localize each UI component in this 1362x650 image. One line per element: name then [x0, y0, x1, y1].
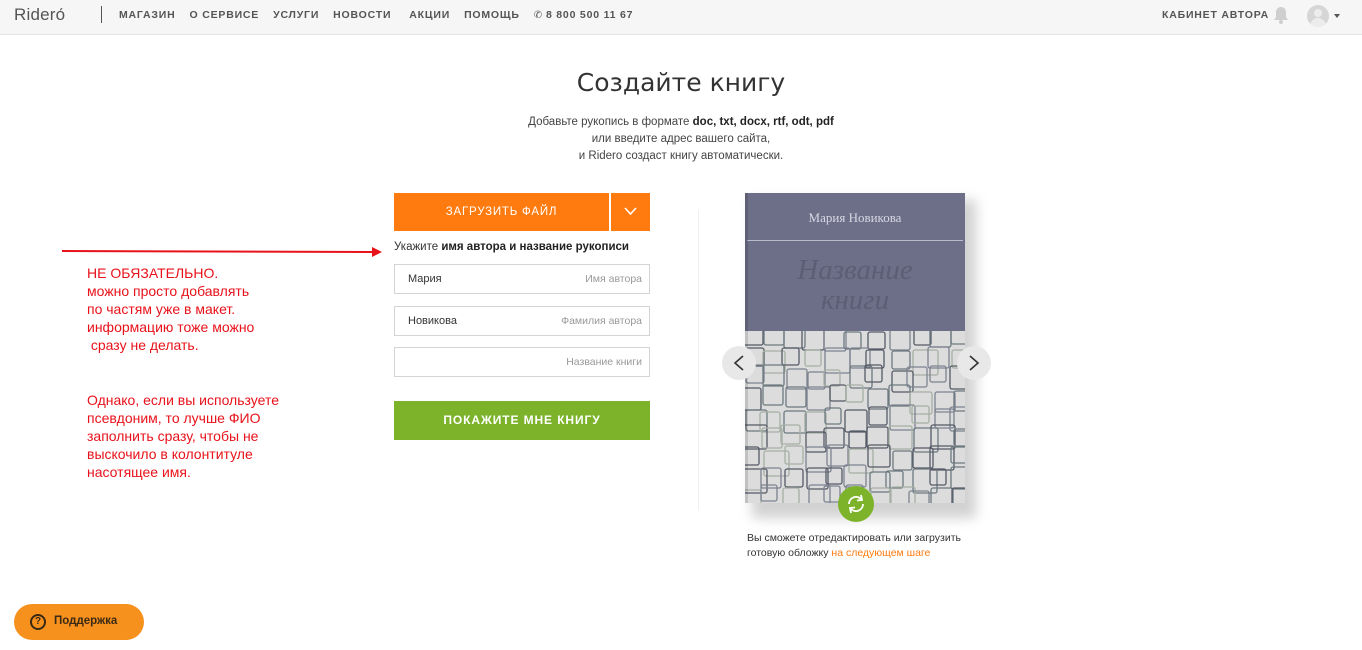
nav-item-promos[interactable]: АКЦИИ: [409, 9, 450, 21]
question-icon: ?: [30, 614, 46, 630]
cover-edit-note: Вы сможете отредактировать или загрузить…: [747, 532, 961, 559]
author-first-name-field[interactable]: Мария Имя автора: [394, 264, 650, 294]
field-value: Новикова: [408, 315, 457, 327]
upload-options-dropdown[interactable]: [611, 193, 650, 231]
book-cover-pattern: [745, 331, 965, 503]
annotation-note-optional: НЕ ОБЯЗАТЕЛЬНО. можно просто добавлять п…: [87, 265, 255, 353]
nav-item-about[interactable]: О СЕРВИСЕ: [190, 9, 260, 21]
page-title: Создайте книгу: [576, 68, 786, 97]
field-placeholder: Фамилия автора: [561, 315, 642, 327]
author-cabinet-link[interactable]: КАБИНЕТ АВТОРА: [1162, 9, 1269, 21]
annotation-arrow: [61, 247, 382, 257]
next-cover-button[interactable]: [957, 346, 991, 380]
book-cover-rule: [747, 240, 963, 241]
top-header: Riderо́ МАГАЗИН О СЕРВИСЕ УСЛУГИ НОВОСТИ…: [0, 0, 1362, 35]
phone-number: 8 800 500 11 67: [545, 9, 634, 21]
field-placeholder: Название книги: [566, 356, 642, 368]
form-hint: Укажите имя автора и название рукописи: [394, 241, 630, 253]
author-last-name-field[interactable]: Новикова Фамилия автора: [394, 306, 650, 336]
phone-icon: ✆: [533, 10, 543, 21]
support-label: Поддержка: [54, 615, 118, 627]
nav-item-help[interactable]: ПОМОЩЬ: [464, 9, 520, 21]
nav-item-shop[interactable]: МАГАЗИН: [119, 9, 176, 21]
nav-item-services[interactable]: УСЛУГИ: [273, 9, 319, 21]
chevron-down-icon: [1334, 14, 1340, 18]
refresh-icon: [848, 494, 864, 514]
book-cover-preview: Мария Новикова Название книги: [745, 193, 965, 503]
chevron-left-icon: [733, 355, 744, 371]
randomize-cover-button[interactable]: [838, 486, 874, 522]
support-button[interactable]: ? Поддержка: [14, 604, 144, 640]
show-book-button[interactable]: ПОКАЖИТЕ МНЕ КНИГУ: [394, 401, 650, 440]
formats-list: doc, txt, docx, rtf, odt, pdf: [692, 116, 834, 128]
chevron-down-icon: [624, 207, 637, 216]
main-nav: МАГАЗИН О СЕРВИСЕ УСЛУГИ НОВОСТИ АКЦИИ П…: [119, 9, 633, 21]
chevron-right-icon: [969, 355, 980, 371]
bell-icon[interactable]: [1273, 6, 1289, 24]
field-value: Мария: [408, 273, 442, 285]
previous-cover-button[interactable]: [722, 346, 756, 380]
avatar: [1307, 5, 1329, 27]
user-menu[interactable]: [1307, 5, 1343, 27]
column-divider: [698, 210, 699, 510]
upload-file-button[interactable]: ЗАГРУЗИТЬ ФАЙЛ: [394, 193, 609, 231]
logo-separator: [101, 6, 102, 23]
annotation-note-pseudonym: Однако, если вы используете псевдоним, т…: [87, 392, 279, 480]
nav-phone[interactable]: ✆ 8 800 500 11 67: [534, 9, 634, 21]
book-title-field[interactable]: Название книги: [394, 347, 650, 377]
field-placeholder: Имя автора: [585, 273, 642, 285]
ridero-logo[interactable]: Riderо́: [14, 5, 65, 25]
book-cover-author: Мария Новикова: [808, 210, 902, 225]
next-step-link[interactable]: на следующем шаге: [831, 547, 930, 559]
book-cover-title: Название книги: [797, 254, 913, 316]
page-subtitle: Добавьте рукопись в формате doc, txt, do…: [528, 116, 834, 162]
nav-item-news[interactable]: НОВОСТИ: [333, 9, 391, 21]
